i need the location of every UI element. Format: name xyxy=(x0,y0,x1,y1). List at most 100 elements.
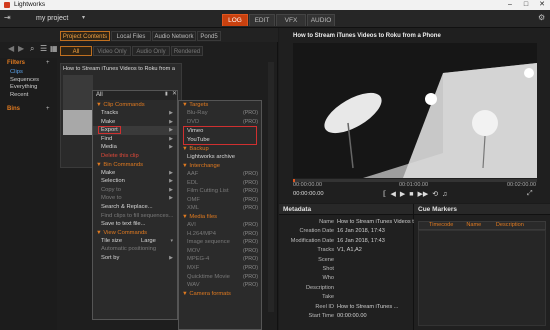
media-h264: H.264/MP4 (PRO) xyxy=(187,230,258,237)
tab-local-files[interactable]: Local Files xyxy=(111,31,151,41)
menu-body: ▼ Clip Commands Tracks ▶ Make ▶ Export ▶ Fi… xyxy=(93,101,177,263)
tab-audio-network[interactable]: Audio Network xyxy=(152,31,196,41)
filter-item-sequences[interactable]: Sequences xyxy=(5,77,55,85)
menu-item-selection[interactable]: Selection ▶ xyxy=(93,177,177,186)
target-youtube[interactable]: YouTube xyxy=(184,136,256,145)
metadata-rows: Name How to Stream iTunes Videos to R Crea… xyxy=(279,218,423,328)
menu-item-find[interactable]: Find ▶ xyxy=(93,135,177,144)
metadata-row: Take xyxy=(279,293,414,302)
metadata-key: Description xyxy=(306,284,334,291)
tab-pond5[interactable]: Pond5 xyxy=(197,31,221,41)
scrollbar[interactable] xyxy=(268,62,274,312)
menu-item-search-replace[interactable]: Search & Replace... xyxy=(93,203,177,212)
metadata-value[interactable]: 00:00:00.00 xyxy=(337,312,367,321)
filter-tab-all[interactable]: All xyxy=(60,46,92,56)
metadata-key: Name xyxy=(319,219,334,225)
filter-tab-rendered[interactable]: Rendered xyxy=(171,46,203,56)
metadata-value[interactable]: How to Stream iTunes Videos to R xyxy=(337,218,423,227)
menu-item-tracks[interactable]: Tracks ▶ xyxy=(93,109,177,118)
menu-item-sort-by[interactable]: Sort by ▶ xyxy=(93,254,177,263)
list-view-icon[interactable]: ☰ xyxy=(40,45,47,53)
filter-tab-audio-only[interactable]: Audio Only xyxy=(132,46,170,56)
exit-icon[interactable]: ⇥ xyxy=(4,14,11,22)
metadata-row: Modification Date 16 Jan 2018, 17:43 xyxy=(279,237,414,246)
menu-item-move-to: Move to ▶ xyxy=(101,195,173,202)
search-icon[interactable]: ⌕ xyxy=(30,45,34,53)
fullscreen-icon[interactable]: ⤢ xyxy=(527,190,533,197)
tab-audio[interactable]: AUDIO xyxy=(307,14,335,26)
filter-tab-video-only[interactable]: Video Only xyxy=(93,46,131,56)
media-files-header: ▼ Media files xyxy=(182,213,218,220)
fast-forward-icon[interactable]: ▶▶ xyxy=(417,191,428,198)
tab-project-contents[interactable]: Project Contents xyxy=(60,31,110,41)
mark-in-icon[interactable]: ⟦ xyxy=(383,191,386,198)
filter-list: Clips Sequences Everything Recent xyxy=(5,69,55,99)
media-mov: MOV (PRO) xyxy=(187,247,258,254)
back-arrow-icon[interactable]: ◀ xyxy=(8,45,14,53)
top-bar: ⇥ my project ▾ LOG EDIT VFX AUDIO ⚙ xyxy=(0,10,550,28)
filter-item-clips[interactable]: Clips xyxy=(5,69,55,77)
audio-icon[interactable]: ♫ xyxy=(442,191,447,198)
interchange-edl: EDL (PRO) xyxy=(187,179,258,186)
metadata-row: Shot xyxy=(279,265,414,274)
tab-edit[interactable]: EDIT xyxy=(249,14,275,26)
metadata-value[interactable]: V1, A1,A2 xyxy=(337,246,362,255)
backup-lightworks-archive[interactable]: Lightworks archive xyxy=(179,153,261,162)
timecode-start: 00:00:00.00 xyxy=(293,182,323,188)
col-description[interactable]: Description xyxy=(496,222,545,229)
clip-title: How to Stream iTunes Videos to Roku from… xyxy=(63,66,175,72)
metadata-value[interactable]: 16 Jan 2018, 17:43 xyxy=(337,237,385,246)
minimize-icon[interactable]: – xyxy=(502,0,518,10)
settings-icon[interactable]: ⚙ xyxy=(538,14,545,22)
interchange-xml: XML (PRO) xyxy=(187,205,258,212)
viewer-panel: How to Stream iTunes Videos to Roku from… xyxy=(279,28,550,203)
target-vimeo[interactable]: Vimeo xyxy=(184,127,256,136)
menu-close-icon[interactable]: ✕ xyxy=(172,91,177,97)
menu-item-delete-clip[interactable]: Delete this clip xyxy=(93,152,177,161)
tab-log[interactable]: LOG xyxy=(222,14,248,26)
timecode-mid: 00:01:00.00 xyxy=(399,182,429,188)
viewer-title: How to Stream iTunes Videos to Roku from… xyxy=(293,33,441,39)
metadata-key: Reel ID xyxy=(315,303,334,310)
metadata-value[interactable]: How to Stream iTunes ... xyxy=(337,303,398,312)
menu-item-save-text[interactable]: Save to text file... xyxy=(93,220,177,229)
target-blu-ray: Blu-Ray (PRO) xyxy=(187,110,258,116)
interchange-omf: OMF (PRO) xyxy=(187,196,258,203)
forward-arrow-icon[interactable]: ▶ xyxy=(18,45,24,53)
close-icon[interactable]: ✕ xyxy=(534,0,550,10)
step-back-icon[interactable]: ◀ xyxy=(390,191,395,198)
play-icon[interactable]: ▶ xyxy=(400,191,405,198)
menu-item-export[interactable]: Export ▶ xyxy=(93,126,177,135)
menu-item-make[interactable]: Make ▶ xyxy=(93,118,177,127)
media-mxf: MXF (PRO) xyxy=(187,264,258,271)
add-bin-icon[interactable]: + xyxy=(46,106,50,112)
maximize-icon[interactable]: □ xyxy=(518,0,534,10)
menu-item-media[interactable]: Media ▶ xyxy=(93,143,177,152)
filter-item-everything[interactable]: Everything xyxy=(5,84,55,92)
clip-commands-header: ▼ Clip Commands xyxy=(96,102,145,108)
media-avi: AVI (PRO) xyxy=(187,221,258,228)
bins-header: Bins xyxy=(7,106,21,112)
col-name[interactable]: Name xyxy=(466,222,495,229)
clip-thumbnail xyxy=(63,75,93,135)
tab-vfx[interactable]: VFX xyxy=(276,14,306,26)
video-frame[interactable] xyxy=(293,43,537,178)
loop-icon[interactable]: ⟲ xyxy=(432,191,438,198)
pause-icon[interactable]: ■ xyxy=(409,191,413,198)
metadata-key: Tracks xyxy=(317,247,334,254)
filter-item-recent[interactable]: Recent xyxy=(5,92,55,100)
media-wav: WAV (PRO) xyxy=(187,282,258,289)
grid-view-icon[interactable]: ▦ xyxy=(50,45,58,53)
menu-item-bin-make[interactable]: Make ▶ xyxy=(93,169,177,178)
project-dropdown-icon[interactable]: ▾ xyxy=(82,15,85,21)
metadata-row: Description xyxy=(279,284,414,293)
interchange-header: ▼ Interchange xyxy=(182,162,220,169)
col-timecode[interactable]: Timecode xyxy=(419,222,466,229)
menu-item-auto-position: Automatic positioning xyxy=(101,246,157,253)
menu-item-tile-size[interactable]: Tile size Large ▾ xyxy=(93,237,177,246)
pin-icon[interactable]: ▮ xyxy=(165,92,168,97)
metadata-value[interactable]: 16 Jan 2018, 17:43 xyxy=(337,227,385,236)
add-filter-icon[interactable]: + xyxy=(46,60,50,66)
metadata-key: Who xyxy=(322,275,334,282)
tile-size-value[interactable]: Large xyxy=(141,237,156,246)
